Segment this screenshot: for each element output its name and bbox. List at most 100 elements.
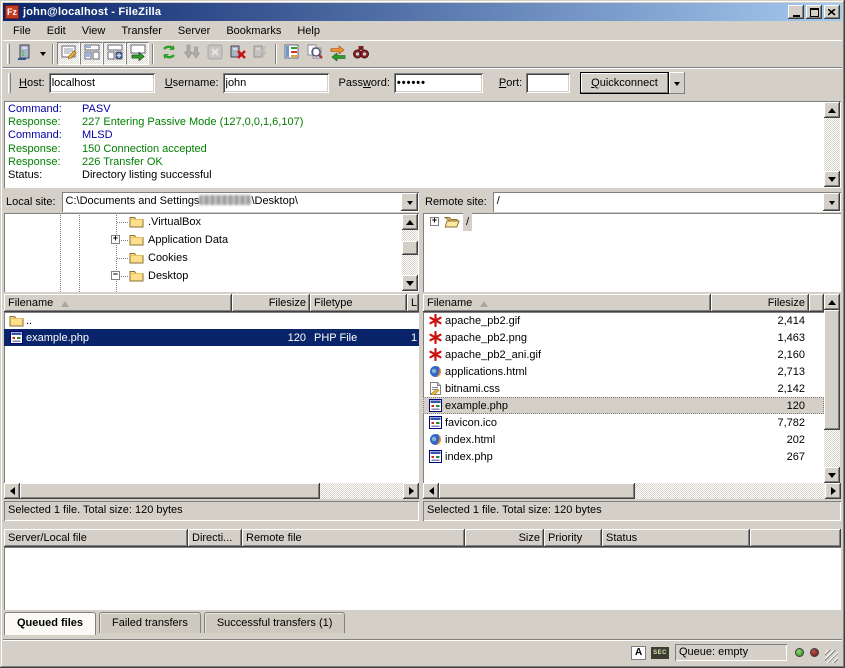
local-column-header-filename[interactable]: Filename	[4, 294, 232, 312]
remote-list-scroll-down-button[interactable]	[824, 467, 840, 483]
directory-comparison-button[interactable]	[303, 42, 326, 65]
file-row-index-php[interactable]: index.php267	[423, 448, 824, 465]
file-row-example-php[interactable]: example.php120	[423, 397, 824, 414]
local-site-combobox[interactable]: C:\Documents and Settings\Desktop\	[62, 192, 419, 212]
password-input[interactable]	[394, 73, 483, 93]
remote-list-scroll-up-button[interactable]	[824, 294, 840, 310]
local-horizontal-scrollbar[interactable]	[4, 483, 419, 499]
remote-horizontal-scrollbar[interactable]	[423, 483, 841, 499]
local-scroll-thumb[interactable]	[20, 483, 320, 499]
menu-item-bookmarks[interactable]: Bookmarks	[218, 23, 289, 39]
local-tree-scroll-up-button[interactable]	[402, 214, 418, 230]
file-name: apache_pb2.gif	[445, 313, 520, 329]
remote-column-header-filename[interactable]: Filename	[423, 294, 711, 312]
queue-column-header-server-local-file[interactable]: Server/Local file	[4, 529, 188, 547]
file-row-index-html[interactable]: index.html202	[423, 431, 824, 448]
local-site-dropdown-button[interactable]	[401, 193, 418, 211]
quickconnect-button[interactable]: Quickconnect	[580, 72, 669, 94]
maximize-button[interactable]	[806, 5, 822, 19]
file-name: bitnami.css	[445, 381, 500, 397]
toolbar-gripper[interactable]	[8, 73, 11, 93]
file-row-applications-html[interactable]: applications.html2,713	[423, 363, 824, 380]
file-row-favicon-ico[interactable]: favicon.ico7,782	[423, 414, 824, 431]
tree-item--virtualbox[interactable]: .VirtualBox	[4, 213, 419, 231]
username-input[interactable]	[223, 73, 329, 93]
open-site-manager-dropdown-button[interactable]	[36, 42, 49, 65]
port-input[interactable]	[526, 73, 570, 93]
local-column-header-filesize[interactable]: Filesize	[232, 294, 310, 312]
tree-expander-plus-icon[interactable]: +	[430, 217, 439, 226]
directory-listing-filters-button[interactable]	[280, 42, 303, 65]
tree-item-cookies[interactable]: Cookies	[4, 249, 419, 267]
toggle-local-treeview-button[interactable]	[80, 42, 103, 65]
tab-failed-transfers[interactable]: Failed transfers	[99, 612, 201, 633]
remote-scroll-thumb[interactable]	[439, 483, 635, 499]
log-scrollbar[interactable]	[824, 102, 840, 187]
file-row-bitnami-css[interactable]: bitnami.css2,142	[423, 380, 824, 397]
queue-column-header-priority[interactable]: Priority	[544, 529, 602, 547]
tree-expander-plus-icon[interactable]: +	[111, 235, 120, 244]
process-queue-button[interactable]	[180, 42, 203, 65]
remote-site-combobox[interactable]: /	[493, 192, 841, 212]
file-row-apache-pb2-ani-gif[interactable]: apache_pb2_ani.gif2,160	[423, 346, 824, 363]
tree-connector	[117, 258, 128, 259]
remote-list-scroll-thumb[interactable]	[824, 310, 840, 430]
menu-item-transfer[interactable]: Transfer	[113, 23, 170, 39]
minimize-button[interactable]	[788, 5, 804, 19]
menu-item-file[interactable]: File	[5, 23, 39, 39]
tree-item-root[interactable]: +/	[423, 213, 841, 231]
log-scroll-down-button[interactable]	[824, 171, 840, 187]
synchronized-browsing-button[interactable]	[326, 42, 349, 65]
local-scroll-left-button[interactable]	[4, 483, 20, 499]
remote-scroll-right-button[interactable]	[825, 483, 841, 499]
remote-site-dropdown-button[interactable]	[823, 193, 840, 211]
menu-item-edit[interactable]: Edit	[39, 23, 74, 39]
transfer-queue-body[interactable]	[4, 547, 841, 610]
quickconnect-dropdown-button[interactable]	[669, 72, 685, 94]
toolbar-gripper[interactable]	[7, 44, 10, 64]
close-button[interactable]	[824, 5, 840, 19]
queue-column-header-remote-file[interactable]: Remote file	[242, 529, 465, 547]
toggle-message-log-button[interactable]	[57, 42, 80, 65]
tree-item-application-data[interactable]: +Application Data	[4, 231, 419, 249]
tree-item-desktop[interactable]: −Desktop	[4, 267, 419, 285]
cancel-operation-button[interactable]	[203, 42, 226, 65]
disconnect-button[interactable]	[226, 42, 249, 65]
menu-item-server[interactable]: Server	[170, 23, 218, 39]
log-scroll-up-button[interactable]	[824, 102, 840, 118]
toggle-remote-treeview-button[interactable]	[103, 42, 126, 65]
host-input[interactable]	[49, 73, 155, 93]
remote-scroll-left-button[interactable]	[423, 483, 439, 499]
local-column-header-filetype[interactable]: Filetype	[310, 294, 407, 312]
folder-icon	[8, 314, 24, 327]
queue-column-header-status[interactable]: Status	[602, 529, 750, 547]
file-row-apache-pb2-gif[interactable]: apache_pb2.gif2,414	[423, 312, 824, 329]
queue-column-header-directi-[interactable]: Directi...	[188, 529, 242, 547]
remote-column-header-filesize[interactable]: Filesize	[711, 294, 809, 312]
tree-connector	[121, 240, 128, 241]
reconnect-button[interactable]	[249, 42, 272, 65]
file-name: applications.html	[445, 364, 527, 380]
toggle-transfer-queue-button[interactable]	[126, 42, 149, 65]
refresh-listing-button[interactable]	[157, 42, 180, 65]
local-tree-scroll-down-button[interactable]	[402, 275, 418, 291]
file-row--[interactable]: ..	[4, 312, 419, 329]
menu-item-help[interactable]: Help	[289, 23, 328, 39]
title-bar[interactable]: Fz john@localhost - FileZilla	[3, 3, 842, 21]
menu-item-view[interactable]: View	[74, 23, 114, 39]
file-row-example-php[interactable]: example.php120PHP File1	[4, 329, 419, 346]
tab-successful-transfers-1-[interactable]: Successful transfers (1)	[204, 612, 346, 633]
local-tree-scrollbar[interactable]	[402, 214, 418, 291]
local-column-header-l[interactable]: L	[407, 294, 419, 312]
remote-list-scrollbar[interactable]	[824, 294, 840, 483]
find-files-button[interactable]	[349, 42, 372, 65]
open-site-manager-button[interactable]	[13, 42, 36, 65]
local-tree-scroll-thumb[interactable]	[402, 241, 418, 255]
arrow-right-icon	[409, 487, 418, 495]
queue-column-header-size[interactable]: Size	[465, 529, 544, 547]
local-scroll-right-button[interactable]	[403, 483, 419, 499]
resize-grip[interactable]	[825, 650, 838, 663]
file-row-apache-pb2-png[interactable]: apache_pb2.png1,463	[423, 329, 824, 346]
tab-queued-files[interactable]: Queued files	[4, 612, 96, 635]
tree-expander-minus-icon[interactable]: −	[111, 271, 120, 280]
